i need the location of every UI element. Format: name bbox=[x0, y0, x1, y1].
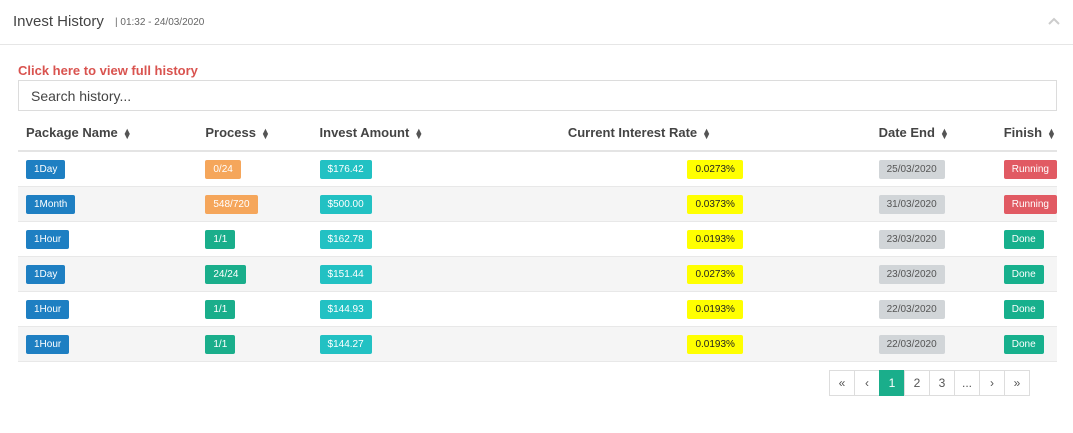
process-badge: 24/24 bbox=[205, 264, 247, 284]
amount-badge: $144.93 bbox=[319, 299, 372, 319]
rate-badge: 0.0193% bbox=[687, 229, 743, 249]
amount-badge: $500.00 bbox=[319, 194, 372, 214]
sort-icon: ▲ ▼ bbox=[702, 125, 712, 141]
package-badge: 1Day bbox=[26, 159, 66, 179]
table-row: 1Day 24/24 $151.44 0.0273% 23/03/2020 Do… bbox=[18, 256, 1057, 292]
prev-page-button[interactable]: ‹ bbox=[854, 370, 880, 396]
package-badge: 1Hour bbox=[26, 229, 70, 249]
column-header-amount[interactable]: Invest Amount ▲ ▼ bbox=[319, 115, 462, 152]
page-button-3[interactable]: 3 bbox=[929, 370, 955, 396]
amount-badge: $176.42 bbox=[319, 159, 372, 179]
table-row: 1Hour 1/1 $162.78 0.0193% 23/03/2020 Don… bbox=[18, 221, 1057, 257]
rate-badge: 0.0373% bbox=[687, 194, 743, 214]
date-end-badge: 25/03/2020 bbox=[878, 159, 945, 179]
column-header-rate[interactable]: Current Interest Rate ▲ ▼ bbox=[461, 115, 879, 152]
column-header-date-end[interactable]: Date End ▲ ▼ bbox=[878, 115, 1004, 152]
sort-icon: ▲ ▼ bbox=[260, 125, 270, 141]
column-header-process[interactable]: Process ▲ ▼ bbox=[205, 115, 320, 152]
sort-icon: ▲ ▼ bbox=[122, 125, 132, 141]
rate-badge: 0.0193% bbox=[687, 299, 743, 319]
table-row: 1Hour 1/1 $144.27 0.0193% 22/03/2020 Don… bbox=[18, 326, 1057, 362]
date-end-badge: 23/03/2020 bbox=[878, 264, 945, 284]
date-end-badge: 22/03/2020 bbox=[878, 299, 945, 319]
process-badge: 1/1 bbox=[205, 334, 236, 354]
chevron-up-icon[interactable] bbox=[1047, 14, 1061, 28]
last-page-button[interactable]: » bbox=[1004, 370, 1030, 396]
table-header-row: Package Name ▲ ▼ Process ▲ ▼ Invest Amount ▲ ▼… bbox=[18, 115, 1057, 152]
ellipsis-button[interactable]: ... bbox=[954, 370, 980, 396]
amount-badge: $151.44 bbox=[319, 264, 372, 284]
panel-title: Invest History bbox=[13, 13, 104, 30]
process-badge: 1/1 bbox=[205, 299, 236, 319]
finish-status-badge: Done bbox=[1003, 229, 1044, 249]
table-row: 1Hour 1/1 $144.93 0.0193% 22/03/2020 Don… bbox=[18, 291, 1057, 327]
column-header-finish[interactable]: Finish ▲ ▼ bbox=[1003, 115, 1057, 152]
finish-status-badge: Done bbox=[1003, 264, 1044, 284]
rate-badge: 0.0193% bbox=[687, 334, 743, 354]
process-badge: 548/720 bbox=[205, 194, 258, 214]
panel-timestamp: | 01:32 - 24/03/2020 bbox=[115, 17, 205, 28]
finish-status-badge: Running bbox=[1003, 194, 1057, 214]
finish-status-badge: Done bbox=[1003, 299, 1044, 319]
column-label: Process bbox=[205, 125, 256, 140]
amount-badge: $144.27 bbox=[319, 334, 372, 354]
page-button-2[interactable]: 2 bbox=[904, 370, 930, 396]
column-header-package[interactable]: Package Name ▲ ▼ bbox=[18, 115, 206, 152]
sort-icon: ▲ ▼ bbox=[414, 125, 424, 141]
rate-badge: 0.0273% bbox=[687, 159, 743, 179]
page-button-1[interactable]: 1 bbox=[879, 370, 905, 396]
finish-status-badge: Done bbox=[1003, 334, 1044, 354]
column-label: Invest Amount bbox=[319, 125, 410, 140]
column-label: Current Interest Rate bbox=[567, 125, 698, 140]
column-label: Date End bbox=[878, 125, 935, 140]
package-badge: 1Day bbox=[26, 264, 66, 284]
process-badge: 1/1 bbox=[205, 229, 236, 249]
process-badge: 0/24 bbox=[205, 159, 241, 179]
sort-icon: ▲ ▼ bbox=[1047, 125, 1056, 141]
invest-history-table: Package Name ▲ ▼ Process ▲ ▼ Invest Amount ▲ ▼… bbox=[18, 115, 1057, 362]
column-label: Finish bbox=[1003, 125, 1043, 140]
package-badge: 1Hour bbox=[26, 299, 70, 319]
column-label: Package Name bbox=[26, 125, 118, 140]
package-badge: 1Month bbox=[26, 194, 76, 214]
rate-badge: 0.0273% bbox=[687, 264, 743, 284]
package-badge: 1Hour bbox=[26, 334, 70, 354]
search-input[interactable] bbox=[18, 80, 1057, 111]
first-page-button[interactable]: « bbox=[829, 370, 855, 396]
panel-header: Invest History | 01:32 - 24/03/2020 bbox=[0, 0, 1073, 45]
next-page-button[interactable]: › bbox=[979, 370, 1005, 396]
full-history-link[interactable]: Click here to view full history bbox=[18, 63, 198, 78]
date-end-badge: 31/03/2020 bbox=[878, 194, 945, 214]
table-row: 1Day 0/24 $176.42 0.0273% 25/03/2020 Run… bbox=[18, 151, 1057, 187]
date-end-badge: 22/03/2020 bbox=[878, 334, 945, 354]
date-end-badge: 23/03/2020 bbox=[878, 229, 945, 249]
pagination: « ‹ 1 2 3 ... › » bbox=[829, 370, 1030, 396]
sort-icon: ▲ ▼ bbox=[939, 125, 949, 141]
finish-status-badge: Running bbox=[1003, 159, 1057, 179]
amount-badge: $162.78 bbox=[319, 229, 372, 249]
table-row: 1Month 548/720 $500.00 0.0373% 31/03/202… bbox=[18, 186, 1057, 222]
